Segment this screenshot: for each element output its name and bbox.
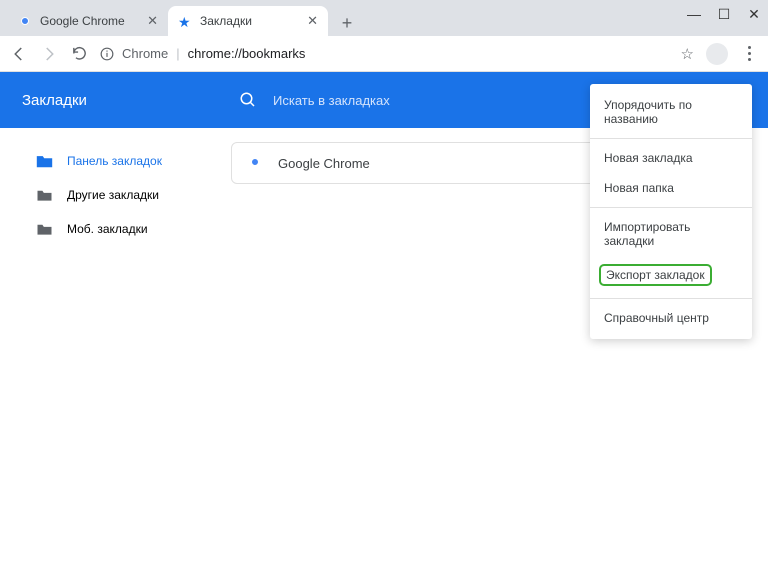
window-controls: — ☐ ✕ [688, 8, 760, 20]
menu-help-center[interactable]: Справочный центр [590, 303, 752, 333]
close-tab-icon[interactable]: ✕ [147, 13, 158, 29]
menu-export-bookmarks[interactable]: Экспорт закладок [590, 256, 752, 294]
back-button[interactable] [10, 45, 28, 63]
forward-button[interactable] [40, 45, 58, 63]
menu-divider [590, 298, 752, 299]
maximize-button[interactable]: ☐ [718, 8, 730, 20]
menu-divider [590, 207, 752, 208]
star-icon: ★ [178, 14, 192, 28]
browser-menu-button[interactable] [740, 46, 758, 61]
page-title: Закладки [0, 92, 225, 109]
folder-icon [36, 188, 53, 202]
sidebar-label: Панель закладок [67, 154, 162, 168]
chrome-icon [248, 155, 264, 171]
close-tab-icon[interactable]: ✕ [307, 13, 318, 29]
tab-strip: Google Chrome ✕ ★ Закладки ✕ + [0, 0, 768, 36]
reload-button[interactable] [70, 45, 88, 63]
sidebar-label: Моб. закладки [67, 222, 148, 236]
new-tab-button[interactable]: + [334, 10, 360, 36]
search-icon [239, 91, 257, 109]
sidebar-item-other-bookmarks[interactable]: Другие закладки [0, 178, 225, 212]
profile-avatar[interactable] [706, 43, 728, 65]
tab-label: Закладки [200, 14, 252, 28]
close-window-button[interactable]: ✕ [748, 8, 760, 20]
bookmark-star-icon[interactable]: ☆ [681, 45, 694, 63]
sidebar: Панель закладок Другие закладки Моб. зак… [0, 128, 225, 572]
tab-label: Google Chrome [40, 14, 125, 28]
sidebar-item-bookmarks-bar[interactable]: Панель закладок [0, 144, 225, 178]
minimize-button[interactable]: — [688, 8, 700, 20]
menu-new-bookmark[interactable]: Новая закладка [590, 143, 752, 173]
address-path: chrome://bookmarks [188, 46, 306, 61]
folder-icon [36, 154, 53, 168]
sidebar-item-mobile-bookmarks[interactable]: Моб. закладки [0, 212, 225, 246]
menu-import-bookmarks[interactable]: Импортировать закладки [590, 212, 752, 256]
bookmarks-context-menu: Упорядочить по названию Новая закладка Н… [590, 84, 752, 339]
site-info-icon [100, 47, 114, 61]
menu-divider [590, 138, 752, 139]
sidebar-label: Другие закладки [67, 188, 159, 202]
bookmark-title: Google Chrome [278, 156, 370, 171]
menu-sort-by-name[interactable]: Упорядочить по названию [590, 90, 752, 134]
address-bar: Chrome | chrome://bookmarks ☆ [0, 36, 768, 72]
menu-new-folder[interactable]: Новая папка [590, 173, 752, 203]
address-prefix: Chrome [122, 46, 168, 61]
address-field[interactable]: Chrome | chrome://bookmarks [100, 46, 669, 61]
folder-icon [36, 222, 53, 236]
tab-bookmarks[interactable]: ★ Закладки ✕ [168, 6, 328, 36]
search-placeholder: Искать в закладках [273, 93, 390, 108]
chrome-icon [18, 14, 32, 28]
tab-google-chrome[interactable]: Google Chrome ✕ [8, 6, 168, 36]
